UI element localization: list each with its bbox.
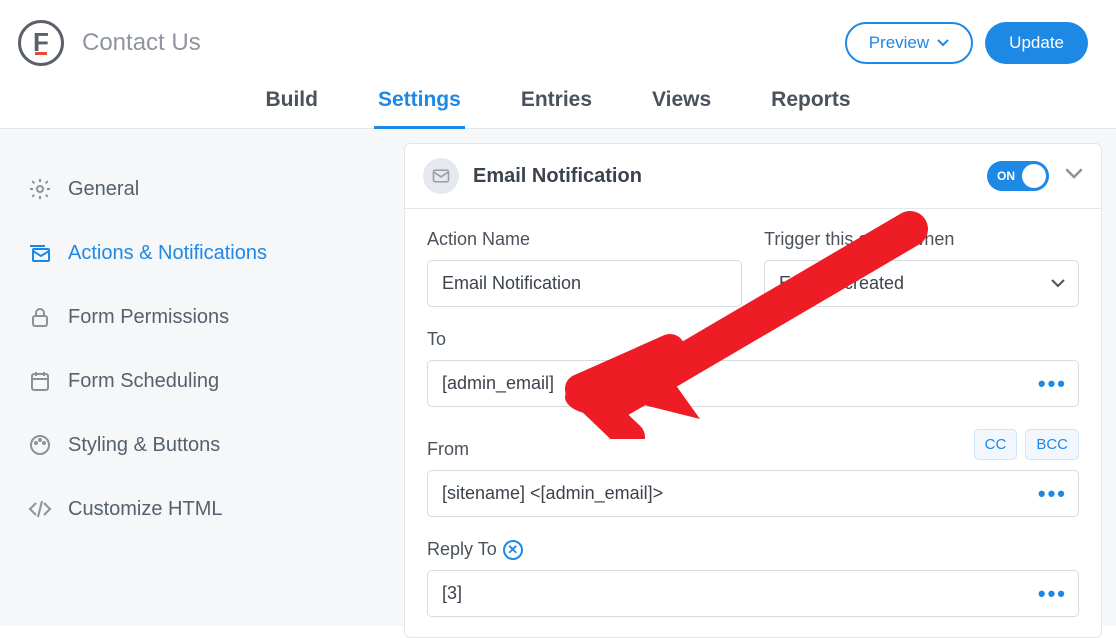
clear-reply-to-icon[interactable]: ✕ bbox=[503, 540, 523, 560]
sidebar-item-general[interactable]: General bbox=[0, 157, 390, 221]
tab-views[interactable]: Views bbox=[648, 76, 715, 129]
cc-button[interactable]: CC bbox=[974, 429, 1018, 460]
page-title: Contact Us bbox=[82, 29, 201, 57]
settings-sidebar: General Actions & Notifications Form Per… bbox=[0, 129, 390, 626]
toggle-label: ON bbox=[997, 169, 1015, 183]
trigger-select[interactable] bbox=[764, 260, 1079, 307]
sidebar-item-customize-html[interactable]: Customize HTML bbox=[0, 477, 390, 541]
sidebar-item-styling[interactable]: Styling & Buttons bbox=[0, 413, 390, 477]
mail-stack-icon bbox=[28, 241, 52, 265]
trigger-label: Trigger this action when bbox=[764, 229, 1079, 250]
calendar-icon bbox=[28, 369, 52, 393]
caret-down-icon bbox=[937, 39, 949, 47]
reply-to-label-text: Reply To bbox=[427, 539, 497, 560]
to-input[interactable] bbox=[427, 360, 1079, 407]
mail-icon bbox=[423, 158, 459, 194]
from-label: From bbox=[427, 439, 469, 460]
more-options-icon[interactable]: ••• bbox=[1038, 373, 1067, 395]
tab-settings[interactable]: Settings bbox=[374, 76, 465, 129]
update-label: Update bbox=[1009, 33, 1064, 52]
preview-button[interactable]: Preview bbox=[845, 22, 973, 64]
logo-accent bbox=[35, 52, 47, 55]
action-name-input[interactable] bbox=[427, 260, 742, 307]
sidebar-item-label: Actions & Notifications bbox=[68, 242, 267, 265]
sidebar-item-label: General bbox=[68, 178, 139, 201]
sidebar-item-permissions[interactable]: Form Permissions bbox=[0, 285, 390, 349]
reply-to-input[interactable] bbox=[427, 570, 1079, 617]
update-button[interactable]: Update bbox=[985, 22, 1088, 64]
code-icon bbox=[28, 497, 52, 521]
app-logo: F bbox=[18, 20, 64, 66]
bcc-button[interactable]: BCC bbox=[1025, 429, 1079, 460]
more-options-icon[interactable]: ••• bbox=[1038, 583, 1067, 605]
tab-entries[interactable]: Entries bbox=[517, 76, 596, 129]
notification-toggle[interactable]: ON bbox=[987, 161, 1049, 191]
panel-title: Email Notification bbox=[473, 165, 987, 188]
sidebar-item-label: Form Scheduling bbox=[68, 370, 219, 393]
tab-build[interactable]: Build bbox=[261, 76, 322, 129]
chevron-down-icon bbox=[1051, 275, 1065, 293]
tab-reports[interactable]: Reports bbox=[767, 76, 854, 129]
reply-to-label: Reply To ✕ bbox=[427, 539, 1079, 560]
palette-icon bbox=[28, 433, 52, 457]
collapse-chevron-icon[interactable] bbox=[1065, 167, 1083, 185]
email-notification-panel: Email Notification ON Action Name Trig bbox=[404, 143, 1102, 638]
sidebar-item-actions[interactable]: Actions & Notifications bbox=[0, 221, 390, 285]
preview-label: Preview bbox=[869, 33, 929, 53]
tabs-nav: Build Settings Entries Views Reports bbox=[0, 76, 1116, 129]
sidebar-item-label: Form Permissions bbox=[68, 306, 229, 329]
toggle-knob bbox=[1022, 164, 1046, 188]
more-options-icon[interactable]: ••• bbox=[1038, 483, 1067, 505]
sidebar-item-label: Customize HTML bbox=[68, 498, 222, 521]
action-name-label: Action Name bbox=[427, 229, 742, 250]
to-label: To bbox=[427, 329, 1079, 350]
sidebar-item-label: Styling & Buttons bbox=[68, 434, 220, 457]
gear-icon bbox=[28, 177, 52, 201]
from-input[interactable] bbox=[427, 470, 1079, 517]
lock-icon bbox=[28, 305, 52, 329]
sidebar-item-scheduling[interactable]: Form Scheduling bbox=[0, 349, 390, 413]
